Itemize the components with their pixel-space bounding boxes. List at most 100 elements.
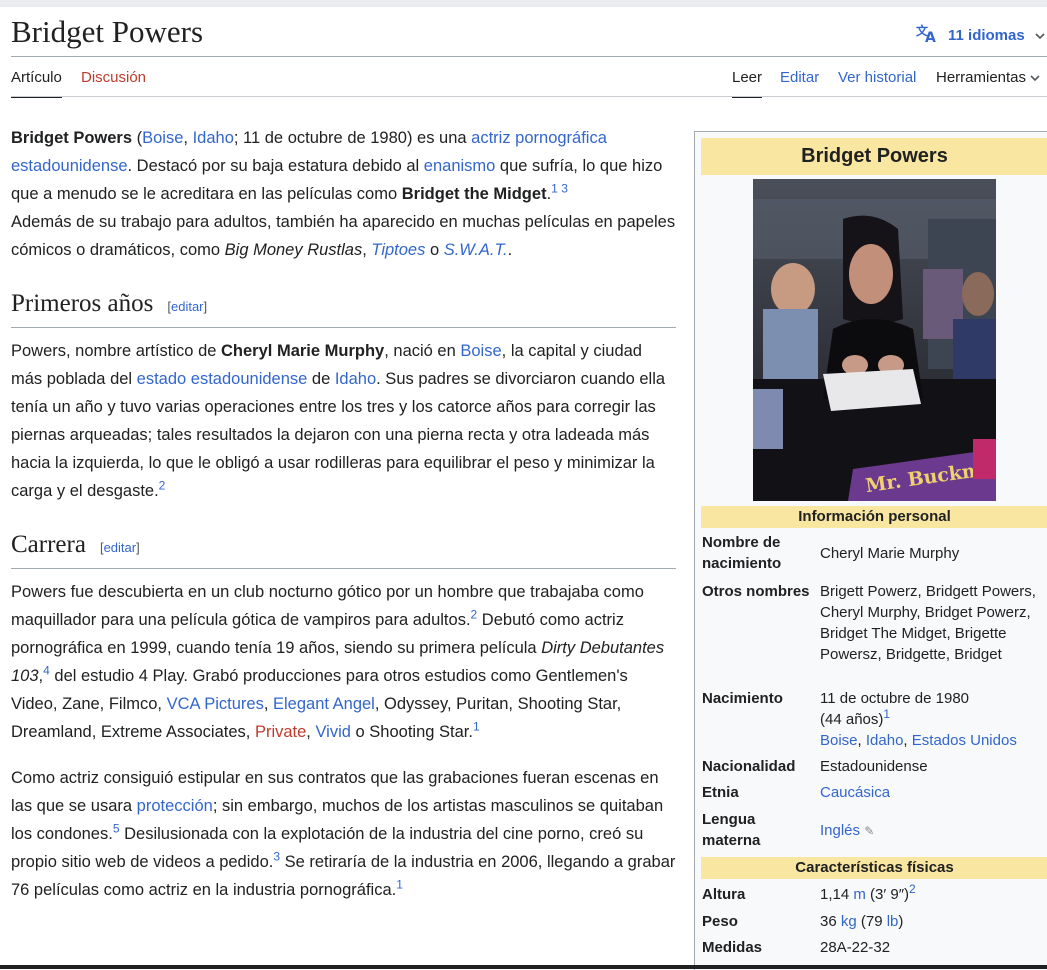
link-estados-unidos[interactable]: Estados Unidos [912, 732, 1017, 749]
career-paragraph-1: Powers fue descubierta en un club noctur… [11, 578, 676, 746]
infobox-title: Bridget Powers [701, 138, 1047, 175]
row-label: Altura [702, 886, 746, 903]
link-metre[interactable]: m [853, 886, 866, 903]
intro-paragraph: Bridget Powers (Boise, Idaho; 11 de octu… [11, 124, 676, 264]
text: ) [898, 913, 904, 930]
heading-text: Carrera [11, 531, 86, 558]
tab-history[interactable]: Ver historial [838, 69, 916, 96]
page-title: Bridget Powers [11, 14, 204, 49]
svg-text:A: A [925, 30, 936, 43]
row-value: 1,14 m (3′ 9″)2 [820, 882, 1045, 905]
edit-link[interactable]: editar [171, 299, 204, 314]
reference-link[interactable]: 1 [473, 720, 480, 734]
reference-link[interactable]: 4 [43, 664, 50, 678]
link-estado[interactable]: estado estadounidense [137, 370, 308, 388]
tools-label: Herramientas [936, 69, 1027, 86]
row-value: Estadounidense [820, 758, 928, 775]
weight-number: 36 [820, 913, 837, 930]
link-ingles[interactable]: Inglés [820, 822, 860, 839]
reference-link[interactable]: 1 [396, 878, 403, 892]
link-elegant-angel[interactable]: Elegant Angel [273, 695, 375, 713]
link-enanismo[interactable]: enanismo [424, 157, 496, 175]
early-years-paragraph: Powers, nombre artístico de Cheryl Marie… [11, 337, 676, 505]
tabs-divider [11, 96, 1047, 97]
row-value: 28A-22-32 [820, 939, 891, 956]
film-title: Big Money Rustlas [224, 241, 363, 259]
row-value: Inglés ✎ [820, 820, 1045, 842]
text: , [183, 129, 193, 147]
reference-link[interactable]: 5 [113, 822, 120, 836]
link-idaho[interactable]: Idaho [335, 370, 376, 388]
link-idaho[interactable]: Idaho [193, 129, 234, 147]
row-label: Nacionalidad [702, 758, 796, 775]
height-imperial: (3′ 9″) [865, 886, 910, 903]
link-proteccion[interactable]: protección [137, 797, 213, 815]
row-label: Etnia [702, 784, 739, 801]
tab-article[interactable]: Artículo [11, 69, 62, 98]
text: , nació en [384, 342, 461, 360]
text: o [425, 241, 444, 259]
link-tiptoes[interactable]: Tiptoes [371, 241, 425, 259]
subject-name: Bridget Powers [11, 129, 133, 147]
height-number: 1,14 [820, 886, 850, 903]
career-paragraph-2: Como actriz consiguió estipular en sus c… [11, 764, 676, 904]
link-vivid[interactable]: Vivid [315, 723, 350, 741]
edit-link[interactable]: editar [104, 540, 137, 555]
row-label: Peso [702, 913, 738, 930]
heading-text: Primeros años [11, 290, 154, 317]
row-value: 11 de octubre de 1980 (44 años)1 Boise, … [820, 688, 1045, 751]
text: . [507, 241, 513, 259]
bottom-edge [0, 965, 1047, 969]
language-selector[interactable]: 文 A 11 idiomas [916, 23, 1045, 47]
age: (44 años) [820, 711, 884, 728]
tab-tools[interactable]: Herramientas [936, 69, 1040, 96]
link-boise[interactable]: Boise [460, 342, 501, 360]
reference-link[interactable]: 2 [909, 882, 916, 896]
link-swat[interactable]: S.W.A.T. [444, 241, 508, 259]
row-label: Medidas [702, 939, 763, 956]
chevron-down-icon [1035, 27, 1045, 44]
translate-icon: 文 A [916, 23, 938, 47]
tab-edit[interactable]: Editar [780, 69, 819, 96]
text: , [857, 732, 866, 749]
article-body: Bridget Powers (Boise, Idaho; 11 de octu… [11, 124, 676, 922]
reference-link[interactable]: 3 [561, 182, 568, 196]
text: ; 11 de octubre de 1980) es una [233, 129, 472, 147]
tab-talk[interactable]: Discusión [81, 69, 146, 96]
title-divider [11, 56, 1047, 57]
row-value: 36 kg (79 lb) [820, 911, 1045, 932]
row-value: Cheryl Marie Murphy [820, 545, 960, 562]
link-kilogram[interactable]: kg [841, 913, 857, 930]
chevron-down-icon [1030, 69, 1040, 86]
link-boise[interactable]: Boise [820, 732, 858, 749]
text: , [362, 241, 372, 259]
link-pound[interactable]: lb [887, 913, 899, 930]
text: . Destacó por su baja estatura debido al [127, 157, 424, 175]
text: ( [132, 129, 143, 147]
bracket: ] [203, 299, 208, 314]
infobox-section-physical: Características físicas [701, 857, 1047, 879]
link-idaho[interactable]: Idaho [866, 732, 904, 749]
infobox-section-personal: Información personal [701, 506, 1047, 528]
text: . Sus padres se divorciaron cuando ella … [11, 370, 666, 500]
reference-link[interactable]: 2 [159, 479, 166, 493]
link-private[interactable]: Private [255, 723, 306, 741]
bracket: ] [136, 540, 140, 555]
subject-photo[interactable]: Mr. Buckmore [753, 179, 996, 501]
infobox: Bridget Powers Mr. Buckmore Información … [694, 131, 1047, 970]
text: (79 [856, 913, 887, 930]
text: , [903, 732, 912, 749]
link-caucasica[interactable]: Caucásica [820, 784, 890, 801]
tab-read[interactable]: Leer [732, 69, 763, 98]
text: , [263, 695, 273, 713]
pencil-icon[interactable]: ✎ [864, 824, 874, 838]
section-heading-career: Carrera [editar] [11, 531, 676, 569]
reference-link[interactable]: 1 [883, 707, 890, 721]
row-label: Otros nombres [702, 583, 810, 600]
birth-name: Cheryl Marie Murphy [221, 342, 385, 360]
text: Powers, nombre artístico de [11, 342, 222, 360]
link-boise[interactable]: Boise [142, 129, 183, 147]
reference-link[interactable]: 1 [551, 182, 558, 196]
row-value: Caucásica [820, 782, 1045, 803]
link-vca-pictures[interactable]: VCA Pictures [167, 695, 264, 713]
